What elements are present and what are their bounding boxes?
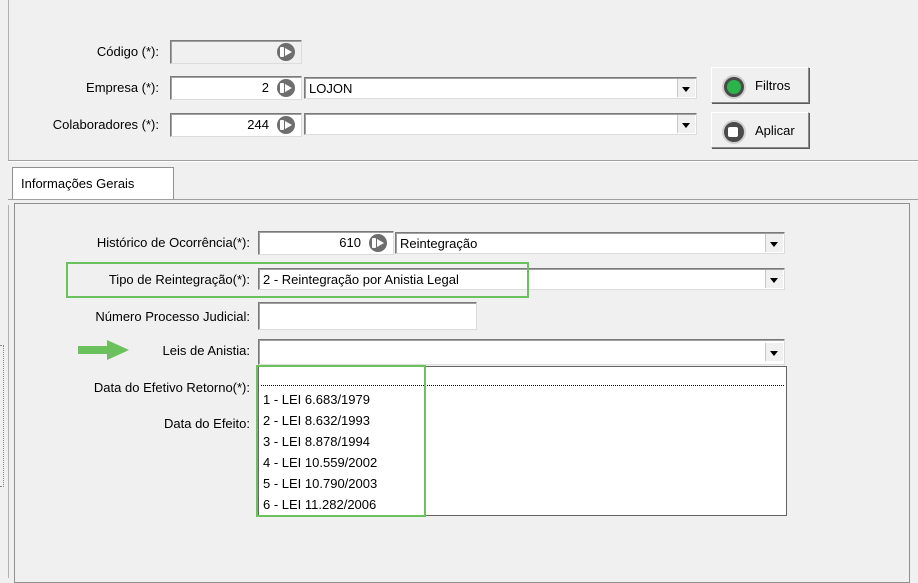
chevron-down-icon[interactable]: [677, 115, 695, 133]
empresa-code-value: 2: [261, 80, 269, 95]
empresa-name-select[interactable]: LOJON: [304, 77, 697, 99]
historico-code-value: 610: [339, 235, 361, 250]
arrow-right-icon: [107, 340, 129, 360]
data-retorno-label: Data do Efetivo Retorno(*):: [93, 380, 250, 395]
colaboradores-code-field[interactable]: 244: [170, 113, 302, 137]
window-left-border-lower: [8, 205, 9, 578]
filtros-button[interactable]: Filtros: [711, 67, 809, 103]
colaboradores-lookup-icon[interactable]: [277, 116, 295, 134]
filtros-label: Filtros: [755, 78, 791, 93]
empresa-code-field[interactable]: 2: [170, 76, 302, 100]
chevron-down-icon[interactable]: [765, 343, 783, 361]
empresa-label: Empresa (*):: [86, 80, 159, 95]
numero-processo-label: Número Processo Judicial:: [95, 309, 250, 324]
aplicar-label: Aplicar: [755, 123, 795, 138]
codigo-label: Código (*):: [96, 44, 159, 59]
data-efeito-label: Data do Efeito:: [164, 416, 250, 431]
chevron-down-icon[interactable]: [765, 270, 783, 288]
apply-icon: [722, 120, 746, 144]
historico-name-value: Reintegração: [400, 236, 478, 251]
green-circle-icon: [722, 75, 746, 99]
chevron-down-icon[interactable]: [765, 234, 783, 252]
historico-code-field[interactable]: 610: [258, 231, 394, 255]
tab-strip-line: [8, 199, 918, 200]
historico-name-select[interactable]: Reintegração: [395, 232, 785, 254]
window-left-border: [8, 0, 9, 160]
colaboradores-name-select[interactable]: [304, 113, 697, 135]
header-divider-light: [8, 161, 918, 162]
leis-label: Leis de Anistia:: [162, 343, 250, 358]
empresa-name-value: LOJON: [309, 81, 353, 96]
codigo-field[interactable]: [170, 40, 302, 64]
codigo-lookup-icon[interactable]: [277, 43, 295, 61]
tab-informacoes-gerais[interactable]: Informações Gerais: [12, 167, 174, 199]
colaboradores-label: Colaboradores (*):: [52, 117, 159, 132]
historico-label: Histórico de Ocorrência(*):: [96, 235, 250, 250]
historico-lookup-icon[interactable]: [369, 234, 387, 252]
colaboradores-code-value: 244: [247, 117, 269, 132]
pointer-arrow-shaft: [78, 346, 108, 354]
numero-processo-field[interactable]: [258, 302, 477, 330]
aplicar-button[interactable]: Aplicar: [711, 112, 809, 148]
tipo-highlight: [66, 262, 529, 298]
scroll-stub: [0, 345, 4, 487]
leis-select[interactable]: [258, 339, 785, 365]
tab-label: Informações Gerais: [21, 176, 135, 191]
leis-options-highlight: [256, 365, 426, 517]
chevron-down-icon[interactable]: [677, 79, 695, 97]
empresa-lookup-icon[interactable]: [277, 79, 295, 97]
